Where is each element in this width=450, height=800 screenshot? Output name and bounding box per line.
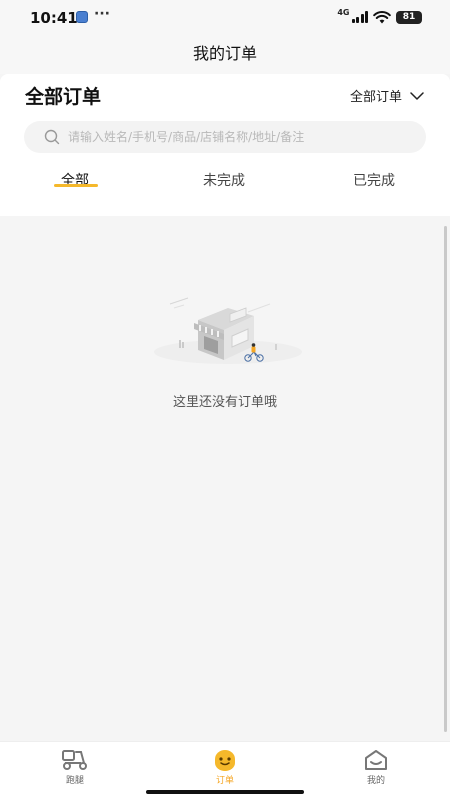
order-filter-dropdown[interactable]: 全部订单 [350,86,424,105]
wifi-icon [373,10,391,23]
page-title: 我的订单 [192,44,257,63]
search-icon [44,129,60,145]
tabbar-item-orders[interactable]: 订单 [195,749,255,786]
tabbar-label-orders: 订单 [215,776,234,786]
tab-completed[interactable]: 已完成 [353,170,395,190]
status-more-indicator: ··· [94,6,110,22]
delivery-scooter-icon [62,750,87,770]
scrollbar[interactable] [444,226,447,732]
orders-face-icon [215,750,235,771]
home-indicator[interactable] [146,790,304,794]
chevron-down-icon [410,91,424,100]
section-title: 全部订单 [25,86,102,108]
orders-header-card: 全部订单 全部订单 全部 未完成 已完成 [0,74,450,216]
tabbar-item-errand[interactable]: 跑腿 [45,749,105,786]
status-indicators: 4G 81 [337,8,422,26]
status-bar: 10:41 ··· 4G 81 [0,0,450,36]
active-tab-indicator [54,184,98,187]
search-input[interactable] [68,130,398,144]
signal-strength-icon [351,11,368,23]
status-time: 10:41 [30,9,78,27]
navigation-bar: 我的订单 [0,36,450,74]
battery-indicator: 81 [396,10,422,24]
empty-state-message: 这里还没有订单哦 [172,395,277,410]
tab-all[interactable]: 全部 [61,170,89,190]
network-type-label: 4G [337,7,350,17]
search-box[interactable] [24,121,426,153]
empty-orders-illustration [154,297,302,364]
tabbar-item-mine[interactable]: 我的 [346,749,406,786]
tabbar-label-mine: 我的 [366,776,385,786]
tabbar-label-errand: 跑腿 [65,776,84,786]
order-filter-label: 全部订单 [349,90,402,105]
notification-app-icon [76,11,88,23]
profile-house-icon [365,750,387,770]
tab-incomplete[interactable]: 未完成 [203,170,245,190]
